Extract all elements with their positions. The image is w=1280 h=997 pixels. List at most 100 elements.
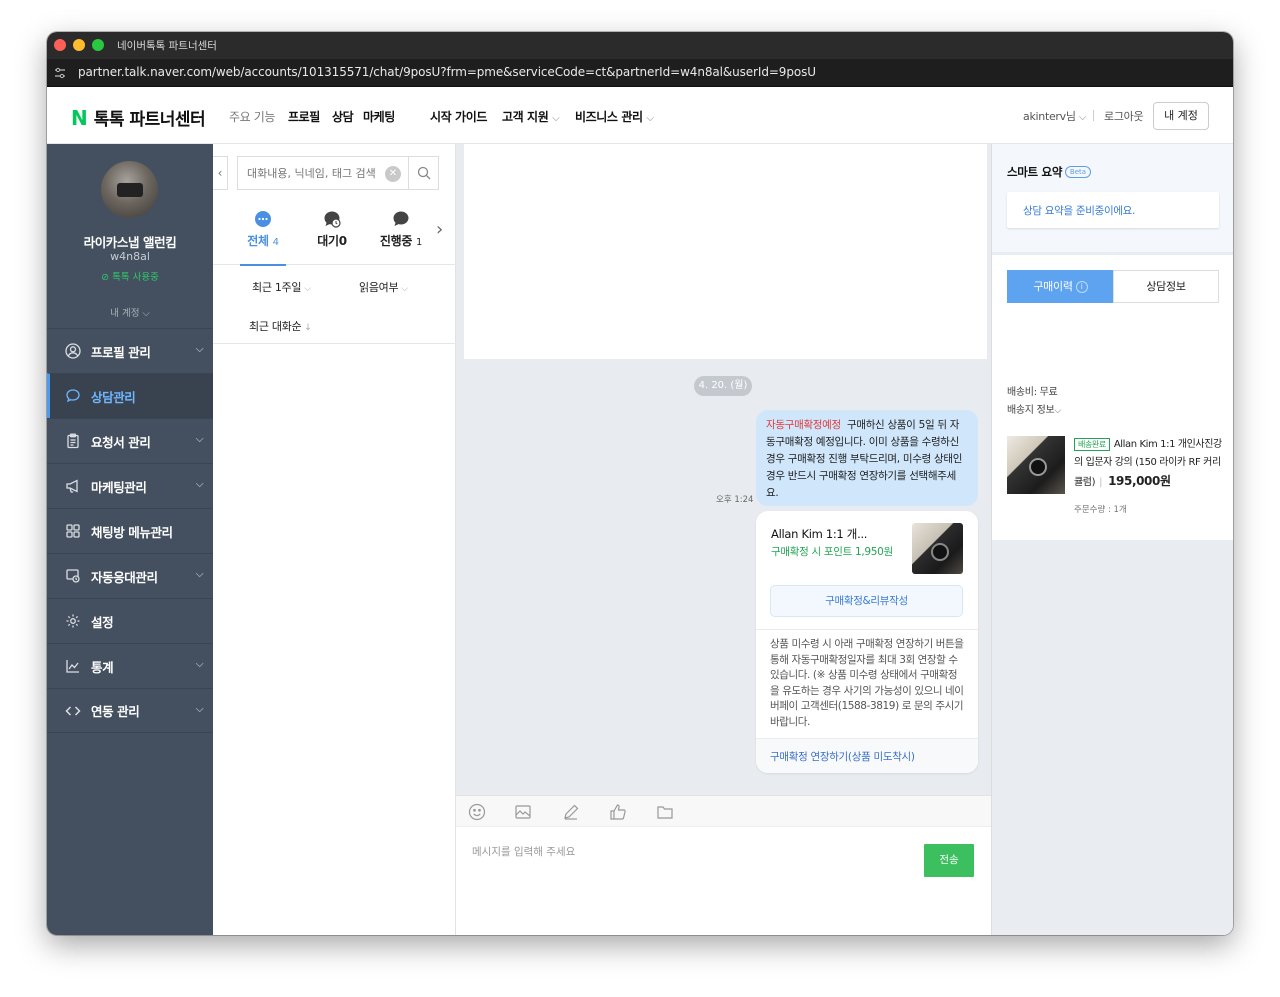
address-bar[interactable]: partner.talk.naver.com/web/accounts/1013… xyxy=(47,59,1233,87)
minimize-window-button[interactable] xyxy=(73,39,85,51)
chevron-down-icon: ⌵ xyxy=(142,308,150,319)
my-account-button[interactable]: 내 계정 xyxy=(1153,102,1209,130)
chevron-down-icon: ⌵ xyxy=(401,284,408,294)
sort-select[interactable]: 최근 대화순 ↓ xyxy=(249,318,312,334)
thumbs-up-icon[interactable] xyxy=(609,803,627,821)
tab-purchase-history[interactable]: 구매이력 i xyxy=(1007,270,1114,303)
message-tag: 자동구매확정예정 xyxy=(766,419,841,431)
nav-marketing[interactable]: 마케팅 xyxy=(363,108,395,125)
confirm-and-review-button[interactable]: 구매확정&리뷰작성 xyxy=(770,585,963,617)
emoji-icon[interactable] xyxy=(468,803,486,821)
profile-name: 라이카스냅 앨런킴 xyxy=(83,235,177,250)
naver-logo-icon: N xyxy=(71,105,88,130)
nav-business-management[interactable]: 비즈니스 관리 ⌵ xyxy=(575,108,654,125)
sidebar-item-label: 요청서 관리 xyxy=(91,434,151,450)
nav-customer-support-label: 고객 지원 xyxy=(502,110,549,124)
chevron-down-icon: ⌵ xyxy=(195,704,204,715)
title-bar: 네이버톡톡 파트너센터 xyxy=(47,32,1233,59)
folder-icon[interactable] xyxy=(656,803,674,821)
sidebar-item-profile[interactable]: 프로필 관리 ⌵ xyxy=(47,328,213,373)
sidebar-item-label: 채팅방 메뉴관리 xyxy=(91,524,173,540)
date-divider: 4. 20. (월) xyxy=(694,376,752,396)
chat-bubble-icon xyxy=(393,211,409,226)
nav-business-management-label: 비즈니스 관리 xyxy=(575,110,643,124)
pencil-icon[interactable] xyxy=(562,803,580,821)
chat-bubbles-icon xyxy=(65,388,81,404)
sidebar-item-requests[interactable]: 요청서 관리 ⌵ xyxy=(47,418,213,463)
sidebar-item-integration[interactable]: 연동 관리 ⌵ xyxy=(47,688,213,733)
sort-arrow-icon: ↓ xyxy=(304,323,312,333)
nav-customer-support[interactable]: 고객 지원 ⌵ xyxy=(502,108,560,125)
card-product-title[interactable]: Allan Kim 1:1 개... xyxy=(771,526,867,542)
tab-consult-info[interactable]: 상담정보 xyxy=(1113,270,1219,303)
composer-toolbar xyxy=(456,796,991,827)
status-text: 톡톡 사용중 xyxy=(112,272,159,283)
sidebar-item-settings[interactable]: 설정 xyxy=(47,598,213,643)
close-window-button[interactable] xyxy=(54,39,66,51)
beta-badge: Beta xyxy=(1065,166,1091,178)
my-account-toggle[interactable]: 내 계정 ⌵ xyxy=(47,305,213,319)
message-text: 구매하신 상품이 5일 뒤 자동구매확정 예정입니다. 이미 상품을 수령하신 … xyxy=(766,419,963,499)
tab-label-text: 전체 xyxy=(247,234,269,248)
nav-consult[interactable]: 상담 xyxy=(332,108,354,125)
message-input[interactable]: 메시지를 입력해 주세요 xyxy=(472,844,575,859)
tabs-next-icon[interactable]: › xyxy=(436,219,443,240)
chevron-down-icon: ⌵ xyxy=(195,569,204,580)
search-button[interactable] xyxy=(408,157,439,189)
user-menu[interactable]: akinterv님 ⌵ xyxy=(1023,108,1086,124)
sidebar-item-label: 자동응대관리 xyxy=(91,569,158,585)
chevron-down-icon: ⌵ xyxy=(1078,112,1087,123)
sidebar-menu: 프로필 관리 ⌵ 상담관리 요청서 관리 ⌵ 마케팅관리 ⌵ 채팅방 메뉴관리 xyxy=(47,328,213,733)
tab-all-label: 전체 4 xyxy=(230,232,296,249)
read-filter[interactable]: 읽음여부 ⌵ xyxy=(359,279,408,295)
site-settings-icon[interactable] xyxy=(54,67,66,79)
zoom-window-button[interactable] xyxy=(92,39,104,51)
sidebar-item-stats[interactable]: 통계 ⌵ xyxy=(47,643,213,688)
chevron-down-icon: ⌵ xyxy=(195,479,204,490)
chat-panel: 4. 20. (월) 자동구매확정예정 구매하신 상품이 5일 뒤 자동구매확정… xyxy=(456,144,991,935)
collapse-panel-button[interactable]: ‹ xyxy=(213,156,228,190)
code-icon xyxy=(65,703,81,719)
auto-confirm-message: 자동구매확정예정 구매하신 상품이 5일 뒤 자동구매확정 예정입니다. 이미 … xyxy=(756,410,978,506)
logo[interactable]: N 톡톡 파트너센터 xyxy=(71,105,206,131)
nav-main-features[interactable]: 주요 기능 xyxy=(229,108,275,125)
shipping-info-toggle[interactable]: 배송지 정보⌵ xyxy=(1007,401,1061,416)
clear-search-icon[interactable]: ✕ xyxy=(385,166,401,182)
nav-start-guide[interactable]: 시작 가이드 xyxy=(430,108,487,125)
chevron-down-icon: ⌵ xyxy=(646,113,654,124)
sidebar-item-chat-menu[interactable]: 채팅방 메뉴관리 xyxy=(47,508,213,553)
send-button[interactable]: 전송 xyxy=(924,844,974,877)
sidebar-item-auto-reply[interactable]: 자동응대관리 ⌵ xyxy=(47,553,213,598)
message-time: 오후 1:24 xyxy=(716,495,754,505)
chevron-down-icon: ⌵ xyxy=(195,344,204,355)
info-icon[interactable]: i xyxy=(1075,281,1088,293)
chevron-down-icon: ⌵ xyxy=(195,434,204,445)
tab-label-text: 대기 xyxy=(317,234,339,248)
image-icon[interactable] xyxy=(514,803,532,821)
chat-history-area xyxy=(464,144,987,359)
tab-in-progress[interactable]: 진행중 1 xyxy=(368,204,434,265)
sidebar-item-consult[interactable]: 상담관리 xyxy=(47,373,213,418)
url-text[interactable]: partner.talk.naver.com/web/accounts/1013… xyxy=(78,65,816,79)
period-filter[interactable]: 최근 1주일 ⌵ xyxy=(252,279,311,295)
logout-link[interactable]: 로그아웃 xyxy=(1104,108,1144,124)
divider xyxy=(213,343,456,344)
status-badge: ⊘ 톡톡 사용중 xyxy=(47,269,213,283)
line-chart-icon xyxy=(65,658,81,674)
product-info[interactable]: 배송완료 Allan Kim 1:1 개인사진강의 입문자 강의 (150 라이카… xyxy=(1074,436,1224,492)
sidebar-item-label: 설정 xyxy=(91,614,114,630)
avatar[interactable] xyxy=(101,161,158,218)
product-thumbnail[interactable] xyxy=(1007,436,1065,494)
sidebar-item-marketing[interactable]: 마케팅관리 ⌵ xyxy=(47,463,213,508)
period-filter-label: 최근 1주일 xyxy=(252,281,302,294)
product-thumbnail[interactable] xyxy=(912,523,963,574)
tab-waiting[interactable]: 대기0 xyxy=(299,204,365,265)
search-input[interactable] xyxy=(238,157,408,189)
conversation-list-panel: ‹ ✕ 전체 4 대기0 진행중 1 › 최근 1주일⌵ 읽음여부⌵ xyxy=(213,144,456,935)
search-icon xyxy=(417,166,431,180)
extend-confirm-link[interactable]: 구매확정 연장하기(상품 미도착시) xyxy=(770,749,915,764)
smart-summary-message: 상담 요약을 준비중이에요. xyxy=(1023,205,1136,217)
tab-all[interactable]: 전체 4 xyxy=(230,204,296,266)
divider xyxy=(756,629,978,630)
nav-profile[interactable]: 프로필 xyxy=(288,108,320,125)
